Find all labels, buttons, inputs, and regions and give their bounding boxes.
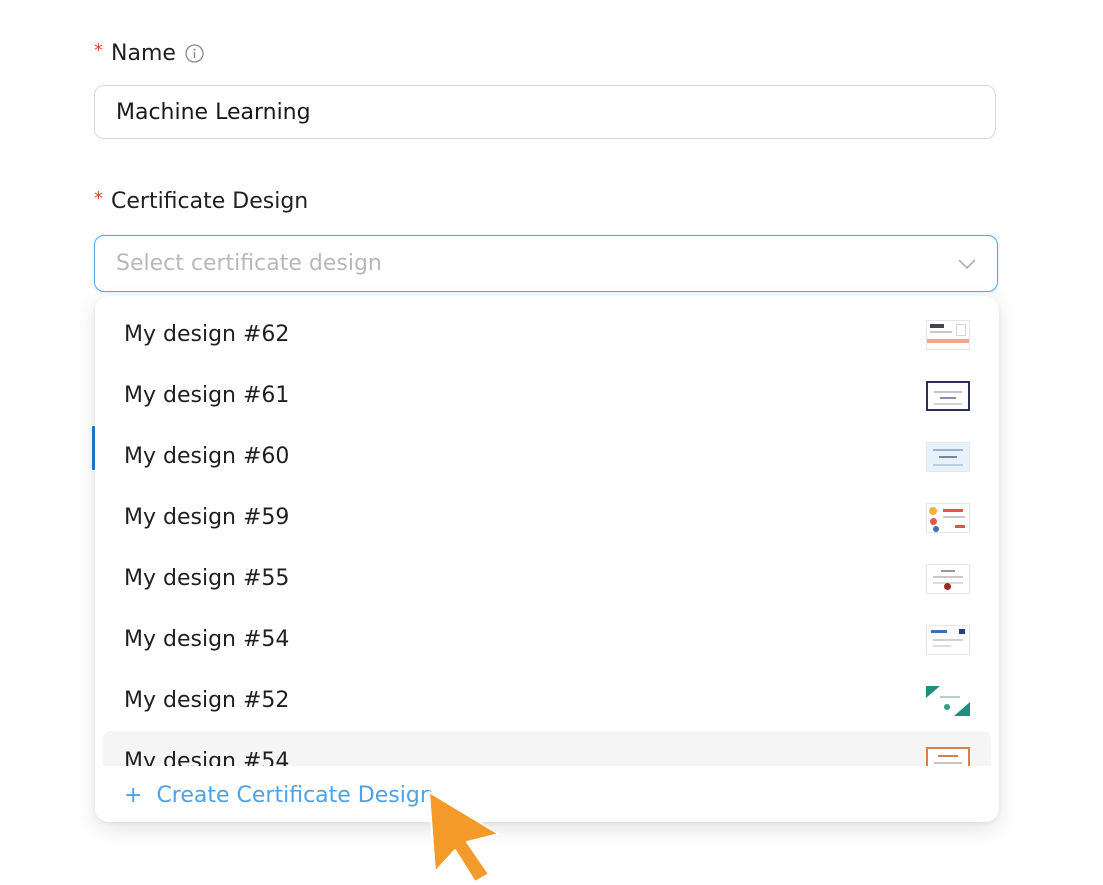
design-thumbnail xyxy=(926,685,970,716)
name-input[interactable]: Machine Learning xyxy=(94,85,996,139)
dropdown-options-list[interactable]: My design #62 My design #61 My design #6… xyxy=(95,304,999,766)
certificate-design-dropdown: My design #62 My design #61 My design #6… xyxy=(95,296,999,822)
option-label: My design #62 xyxy=(124,322,290,347)
dropdown-option[interactable]: My design #61 xyxy=(103,365,991,426)
select-placeholder: Select certificate design xyxy=(116,251,382,276)
design-thumbnail xyxy=(926,563,970,594)
required-asterisk: * xyxy=(94,187,103,209)
design-thumbnail xyxy=(926,746,970,766)
dropdown-option[interactable]: My design #54 xyxy=(103,731,991,766)
design-thumbnail xyxy=(926,624,970,655)
required-asterisk: * xyxy=(94,39,103,61)
option-label: My design #54 xyxy=(124,749,290,766)
mouse-pointer-icon xyxy=(428,791,500,883)
certificate-design-label-text: Certificate Design xyxy=(111,188,309,214)
create-certificate-design-label: Create Certificate Design xyxy=(156,782,434,808)
certificate-design-select[interactable]: Select certificate design xyxy=(94,235,998,292)
info-icon[interactable] xyxy=(185,43,204,63)
option-label: My design #52 xyxy=(124,688,290,713)
option-label: My design #61 xyxy=(124,383,290,408)
dropdown-option[interactable]: My design #52 xyxy=(103,670,991,731)
design-thumbnail xyxy=(926,502,970,533)
option-label: My design #54 xyxy=(124,627,290,652)
design-thumbnail xyxy=(926,319,970,350)
dropdown-option[interactable]: My design #55 xyxy=(103,548,991,609)
dropdown-option[interactable]: My design #60 xyxy=(103,426,991,487)
certificate-design-label: * Certificate Design xyxy=(94,186,308,216)
design-thumbnail xyxy=(926,380,970,411)
option-label: My design #55 xyxy=(124,566,290,591)
name-label-text: Name xyxy=(111,40,176,66)
option-label: My design #60 xyxy=(124,444,290,469)
dropdown-option[interactable]: My design #54 xyxy=(103,609,991,670)
option-label: My design #59 xyxy=(124,505,290,530)
create-certificate-design-button[interactable]: + Create Certificate Design xyxy=(95,768,999,822)
design-thumbnail xyxy=(926,441,970,472)
dropdown-option[interactable]: My design #62 xyxy=(103,304,991,365)
name-input-value: Machine Learning xyxy=(116,99,311,125)
chevron-down-icon xyxy=(958,258,976,269)
dropdown-option[interactable]: My design #59 xyxy=(103,487,991,548)
name-label: * Name xyxy=(94,38,204,68)
plus-icon: + xyxy=(124,782,143,808)
